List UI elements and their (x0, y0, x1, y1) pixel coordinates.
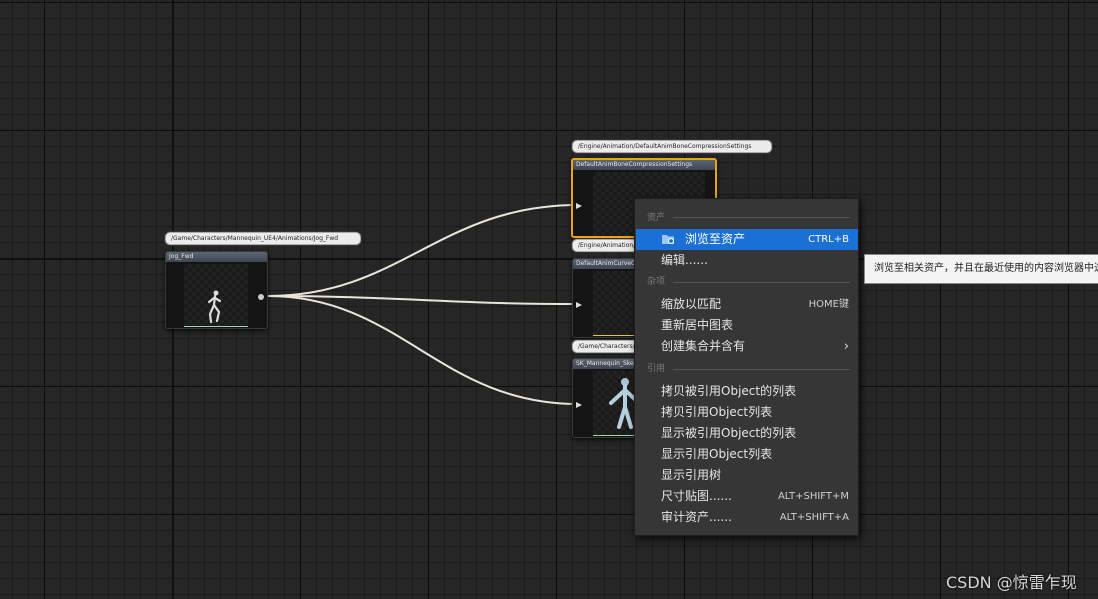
menu-separator (673, 217, 850, 218)
menu-item-shortcut: CTRL+B (808, 234, 849, 245)
menu-item-zoom-to-fit[interactable]: 缩放以匹配 HOME键 (636, 294, 858, 315)
menu-item-shortcut: ALT+SHIFT+M (777, 491, 849, 502)
menu-item-label: 编辑...... (661, 253, 708, 267)
tooltip: 浏览至相关资产，并且在最近使用的内容浏览器中选择它们。 (864, 254, 1098, 284)
menu-item-label: 显示被引用Object的列表 (661, 426, 797, 440)
menu-separator (673, 369, 850, 370)
menu-item-label: 显示引用树 (661, 468, 722, 482)
menu-section-header-assets: 资产 (647, 213, 666, 223)
output-pin[interactable] (258, 294, 264, 300)
menu-item-create-collection[interactable]: 创建集合并含有 › (636, 336, 858, 357)
context-menu: 资产 浏览至资产 CTRL+B 编辑...... 杂项 缩放以匹配 HOME键 … (634, 198, 859, 536)
menu-item-label: 拷贝引用Object列表 (661, 405, 773, 419)
menu-separator (673, 282, 850, 283)
thumbnail-underline (184, 326, 248, 327)
menu-item-shortcut: ALT+SHIFT+A (779, 512, 849, 523)
menu-item-shortcut: HOME键 (808, 299, 849, 310)
node-title: DefaultAnimBoneCompressionSettings (573, 160, 715, 170)
menu-item-show-references[interactable]: 显示引用Object列表 (636, 444, 858, 465)
menu-item-size-map[interactable]: 尺寸贴图...... ALT+SHIFT+M (636, 486, 858, 507)
wire-to-mesh (267, 295, 579, 405)
watermark: CSDN @惊雷乍现 (946, 573, 1077, 592)
menu-item-audit-assets[interactable]: 审计资产...... ALT+SHIFT+A (636, 507, 858, 528)
menu-item-label: 创建集合并含有 (661, 339, 746, 353)
menu-item-copy-referencers[interactable]: 拷贝被引用Object的列表 (636, 381, 858, 402)
wire-to-compression (267, 204, 579, 297)
menu-item-label: 显示引用Object列表 (661, 447, 773, 461)
menu-item-label: 尺寸贴图...... (661, 489, 732, 503)
running-character-icon (207, 290, 222, 324)
asset-node-jog-fwd[interactable]: Jog_Fwd (165, 251, 268, 329)
menu-item-show-referencers[interactable]: 显示被引用Object的列表 (636, 423, 858, 444)
menu-item-recenter-graph[interactable]: 重新居中图表 (636, 315, 858, 336)
asset-thumbnail (184, 264, 248, 326)
menu-item-edit[interactable]: 编辑...... (636, 250, 858, 271)
input-pin[interactable] (576, 402, 582, 408)
menu-item-label: 审计资产...... (661, 510, 732, 524)
node-path-label: /Engine/Animation/DefaultAnimBoneCompres… (572, 140, 772, 153)
folder-browse-icon (662, 235, 674, 244)
submenu-arrow-icon: › (843, 339, 849, 354)
node-path-label: /Game/Characters/Mannequin_UE4/Animation… (165, 232, 361, 245)
menu-item-label: 重新居中图表 (661, 318, 734, 332)
menu-item-show-reference-tree[interactable]: 显示引用树 (636, 465, 858, 486)
menu-item-label: 缩放以匹配 (661, 297, 722, 311)
input-pin[interactable] (576, 302, 582, 308)
menu-section-header-references: 引用 (647, 364, 666, 374)
menu-item-label: 浏览至资产 (685, 232, 746, 246)
menu-section-header-misc: 杂项 (647, 277, 666, 287)
menu-item-browse-to-asset[interactable]: 浏览至资产 CTRL+B (636, 229, 858, 250)
menu-item-copy-references[interactable]: 拷贝引用Object列表 (636, 402, 858, 423)
node-title: Jog_Fwd (166, 252, 267, 262)
menu-item-label: 拷贝被引用Object的列表 (661, 384, 797, 398)
input-pin[interactable] (576, 203, 582, 209)
